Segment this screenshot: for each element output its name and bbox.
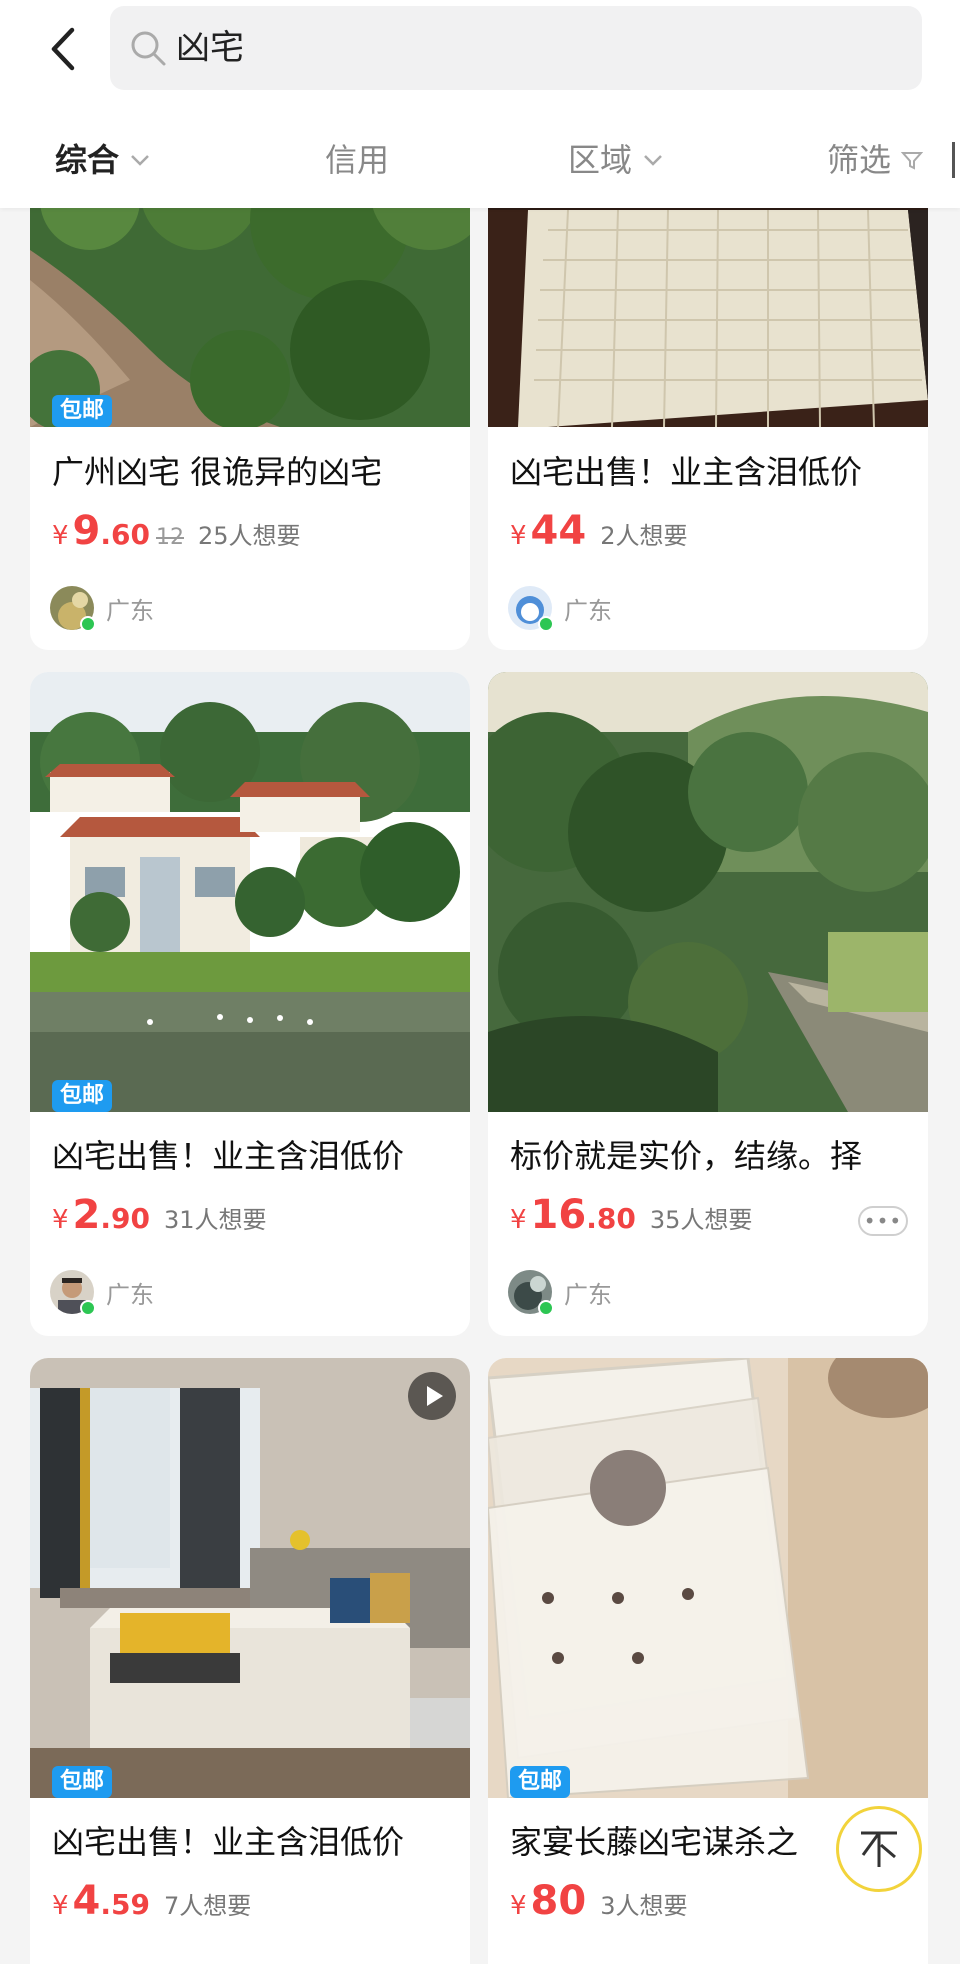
- price-integer: 9: [72, 508, 101, 554]
- tab-credit[interactable]: 信用: [325, 136, 389, 184]
- tab-comprehensive[interactable]: 综合: [55, 136, 151, 184]
- want-count: 7人想要: [164, 1892, 252, 1920]
- currency-symbol: ¥: [52, 1205, 69, 1235]
- tab-label: 区域: [568, 141, 633, 179]
- product-title: 凶宅出售！业主含泪低价: [52, 1823, 405, 1861]
- search-input[interactable]: 凶宅: [110, 6, 922, 90]
- seller-location: 广东: [564, 1280, 612, 1309]
- price-decimal: .80: [586, 1202, 636, 1235]
- seller-info[interactable]: 广东: [50, 1270, 154, 1316]
- avatar: [50, 1270, 96, 1316]
- product-image: [488, 1358, 928, 1798]
- online-dot: [80, 1300, 96, 1316]
- price-row: ¥ 80 3人想要: [510, 1878, 688, 1924]
- online-dot: [538, 616, 554, 632]
- price-row: ¥ 44 2人想要: [510, 508, 688, 554]
- seller-location: 广东: [106, 596, 154, 625]
- search-icon: [131, 31, 166, 66]
- to-top-icon: [861, 1831, 897, 1867]
- product-image: [30, 1358, 470, 1798]
- more-options-button[interactable]: •••: [858, 1206, 908, 1236]
- tab-label: 综合: [55, 141, 120, 179]
- price-row: ¥ 9 .60 12 25人想要: [52, 508, 301, 554]
- price-integer: 2: [72, 1192, 101, 1238]
- want-count: 35人想要: [649, 1206, 753, 1234]
- price-integer: 4: [72, 1878, 101, 1924]
- tab-divider: [952, 142, 955, 178]
- seller-info[interactable]: 广东: [508, 586, 612, 632]
- avatar: [508, 1270, 554, 1316]
- currency-symbol: ¥: [510, 1891, 527, 1921]
- product-card[interactable]: 包邮 凶宅出售！业主含泪低价 ¥ 4 .59 7人想要: [30, 1358, 470, 1964]
- seller-info[interactable]: 广东: [508, 1270, 612, 1316]
- price-integer: 44: [530, 508, 587, 554]
- free-shipping-badge: 包邮: [510, 1766, 571, 1798]
- product-card[interactable]: 包邮 凶宅出售！业主含泪低价 ¥ 2 .90 31人想要 广东: [30, 672, 470, 1336]
- product-title: 家宴长藤凶宅谋杀之: [510, 1823, 799, 1861]
- search-query: 凶宅: [176, 28, 244, 68]
- product-image: [488, 672, 928, 1112]
- want-count: 3人想要: [600, 1892, 688, 1920]
- product-title: 广州凶宅 很诡异的凶宅: [52, 453, 383, 491]
- play-icon: [427, 1386, 443, 1406]
- price-row: ¥ 4 .59 7人想要: [52, 1878, 251, 1924]
- online-dot: [538, 1300, 554, 1316]
- filter-icon: [901, 152, 924, 170]
- product-card[interactable]: 凶宅出售！业主含泪低价 ¥ 44 2人想要 广东: [488, 150, 928, 650]
- product-title: 凶宅出售！业主含泪低价: [510, 453, 863, 491]
- avatar: [50, 586, 96, 632]
- video-play-button[interactable]: [408, 1372, 456, 1420]
- seller-location: 广东: [564, 596, 612, 625]
- price-row: ¥ 2 .90 31人想要: [52, 1192, 267, 1238]
- product-title: 标价就是实价，结缘。择: [510, 1137, 863, 1175]
- want-count: 31人想要: [164, 1206, 267, 1234]
- currency-symbol: ¥: [510, 1205, 527, 1235]
- product-card[interactable]: 包邮 广州凶宅 很诡异的凶宅 ¥ 9 .60 12 25人想要 广东: [30, 150, 470, 650]
- product-card[interactable]: 标价就是实价，结缘。择 ¥ 16 .80 35人想要 ••• 广东: [488, 672, 928, 1336]
- free-shipping-badge: 包邮: [52, 1080, 113, 1112]
- tab-label: 信用: [325, 141, 390, 179]
- price-decimal: .59: [100, 1888, 150, 1921]
- free-shipping-badge: 包邮: [52, 1766, 113, 1798]
- tab-filter[interactable]: 筛选: [827, 136, 924, 184]
- tab-label: 筛选: [827, 141, 892, 179]
- want-count: 25人想要: [198, 522, 301, 550]
- chevron-down-icon: [644, 155, 662, 166]
- want-count: 2人想要: [600, 522, 688, 550]
- back-arrow-icon[interactable]: [40, 24, 90, 74]
- currency-symbol: ¥: [510, 521, 527, 551]
- currency-symbol: ¥: [52, 521, 69, 551]
- product-image: [30, 672, 470, 1112]
- scroll-to-top-button[interactable]: [836, 1806, 922, 1892]
- free-shipping-badge: 包邮: [52, 395, 113, 427]
- original-price: 12: [156, 525, 184, 550]
- online-dot: [80, 616, 96, 632]
- header: 凶宅 综合 信用 区域 筛选: [0, 0, 960, 208]
- price-row: ¥ 16 .80 35人想要: [510, 1192, 752, 1238]
- avatar: [508, 586, 554, 632]
- price-decimal: .60: [100, 518, 150, 551]
- seller-info[interactable]: 广东: [50, 586, 154, 632]
- price-integer: 80: [530, 1878, 587, 1924]
- price-integer: 16: [530, 1192, 587, 1238]
- product-title: 凶宅出售！业主含泪低价: [52, 1137, 405, 1175]
- currency-symbol: ¥: [52, 1891, 69, 1921]
- seller-location: 广东: [106, 1280, 154, 1309]
- chevron-down-icon: [131, 155, 149, 166]
- sort-tabs: 综合 信用 区域 筛选: [0, 120, 960, 200]
- tab-region[interactable]: 区域: [568, 136, 664, 184]
- price-decimal: .90: [100, 1202, 150, 1235]
